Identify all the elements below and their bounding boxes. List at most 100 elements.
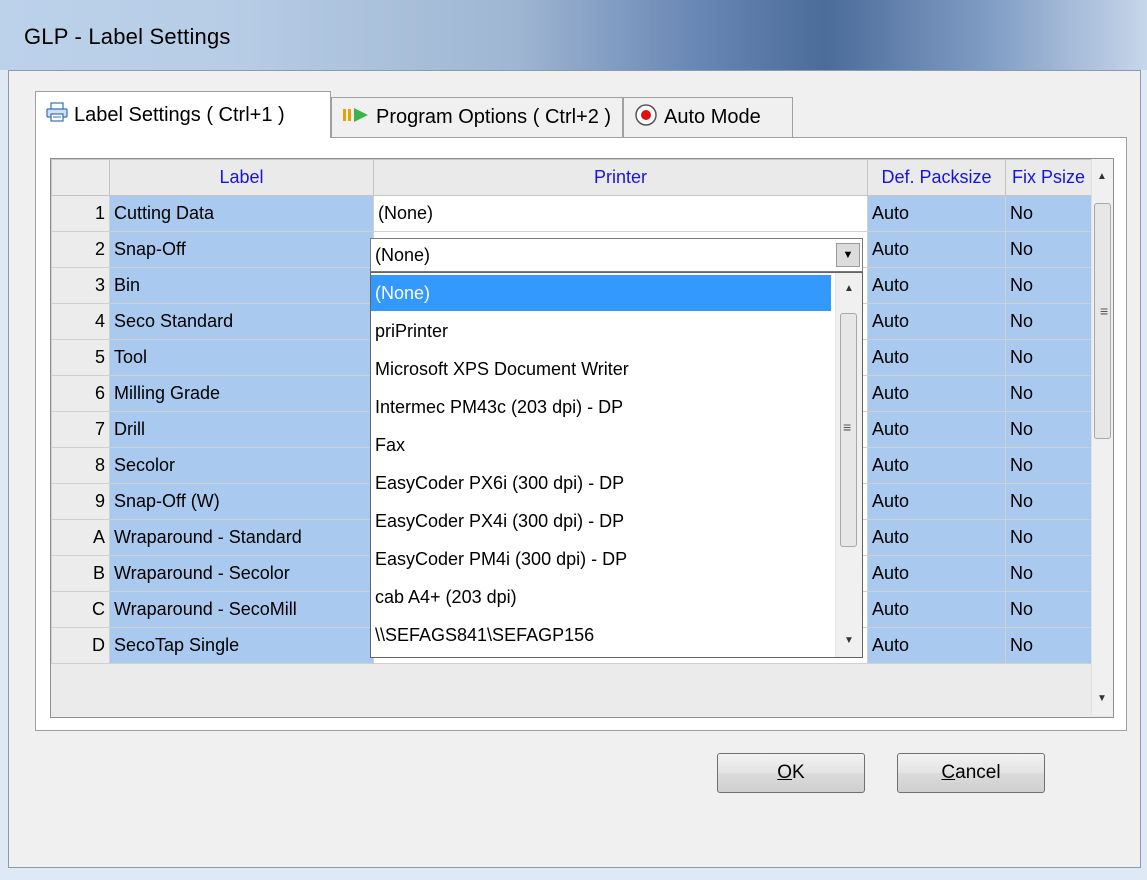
row-number: 4 [51,303,110,340]
dropdown-scrollbar[interactable]: ▲ ≡ ▼ [835,273,862,657]
printer-dropdown-list[interactable]: (None) priPrinter Microsoft XPS Document W… [370,272,863,658]
def-packsize-cell[interactable]: Auto [867,591,1006,628]
column-header-printer[interactable]: Printer [373,159,868,196]
column-header-label[interactable]: Label [109,159,374,196]
fix-psize-cell[interactable]: No [1005,483,1092,520]
row-header-corner [51,159,110,196]
grid-header-row: Label Printer Def. Packsize Fix Psize [51,159,1092,196]
fix-psize-cell[interactable]: No [1005,519,1092,556]
row-number: 1 [51,195,110,232]
row-number: 7 [51,411,110,448]
scroll-down-arrow-icon[interactable]: ▼ [844,635,854,646]
cancel-accelerator: C [941,762,956,783]
play-icon [342,106,370,129]
row-number: 3 [51,267,110,304]
fix-psize-cell[interactable]: No [1005,411,1092,448]
grip-icon: ≡ [843,419,852,435]
row-number: C [51,591,110,628]
fix-psize-cell[interactable]: No [1005,231,1092,268]
label-cell[interactable]: Secolor [109,447,374,484]
fix-psize-cell[interactable]: No [1005,267,1092,304]
label-cell[interactable]: Milling Grade [109,375,374,412]
table-row[interactable]: 1 Cutting Data (None) Auto No [51,195,1092,232]
fix-psize-cell[interactable]: No [1005,339,1092,376]
tab-auto-mode[interactable]: Auto Mode [623,97,793,137]
scroll-down-arrow-icon[interactable]: ▼ [1097,693,1107,704]
row-number: 6 [51,375,110,412]
def-packsize-cell[interactable]: Auto [867,375,1006,412]
row-number: 5 [51,339,110,376]
label-cell[interactable]: Bin [109,267,374,304]
column-header-def-packsize[interactable]: Def. Packsize [867,159,1006,196]
fix-psize-cell[interactable]: No [1005,195,1092,232]
def-packsize-cell[interactable]: Auto [867,519,1006,556]
tab-label: Label Settings ( Ctrl+1 ) [74,103,285,126]
def-packsize-cell[interactable]: Auto [867,411,1006,448]
scroll-thumb[interactable]: ≡ [840,313,857,547]
fix-psize-cell[interactable]: No [1005,447,1092,484]
tab-label: Auto Mode [664,106,761,128]
label-cell[interactable]: Tool [109,339,374,376]
dropdown-option[interactable]: \\SEFAGS841\SEFAGP156 [371,617,831,653]
row-number: 9 [51,483,110,520]
dropdown-option[interactable]: EasyCoder PM4i (300 dpi) - DP [371,541,831,577]
dropdown-option[interactable]: Intermec PM43c (203 dpi) - DP [371,389,831,425]
dropdown-option[interactable]: EasyCoder PX6i (300 dpi) - DP [371,465,831,501]
ok-accelerator: O [777,762,793,783]
def-packsize-cell[interactable]: Auto [867,303,1006,340]
title-bar[interactable]: GLP - Label Settings [0,0,1147,70]
row-number: D [51,627,110,664]
dropdown-option[interactable]: EasyCoder PX4i (300 dpi) - DP [371,503,831,539]
label-cell[interactable]: Cutting Data [109,195,374,232]
label-cell[interactable]: Drill [109,411,374,448]
record-icon [634,103,658,133]
dropdown-option[interactable]: (None) [371,275,831,311]
label-cell[interactable]: Wraparound - SecoMill [109,591,374,628]
fix-psize-cell[interactable]: No [1005,627,1092,664]
scroll-up-arrow-icon[interactable]: ▲ [1097,171,1107,182]
dropdown-option[interactable]: Fax [371,427,831,463]
dropdown-option[interactable]: priPrinter [371,313,831,349]
def-packsize-cell[interactable]: Auto [867,447,1006,484]
dropdown-option[interactable]: cab A4+ (203 dpi) [371,579,831,615]
label-cell[interactable]: Wraparound - Standard [109,519,374,556]
chevron-down-icon[interactable]: ▼ [836,243,860,267]
printer-icon [46,102,68,128]
def-packsize-cell[interactable]: Auto [867,483,1006,520]
fix-psize-cell[interactable]: No [1005,591,1092,628]
row-number: 8 [51,447,110,484]
row-number: A [51,519,110,556]
fix-psize-cell[interactable]: No [1005,375,1092,412]
row-number: 2 [51,231,110,268]
fix-psize-cell[interactable]: No [1005,555,1092,592]
label-cell[interactable]: Seco Standard [109,303,374,340]
column-header-fix-psize[interactable]: Fix Psize [1005,159,1092,196]
dropdown-option[interactable]: Microsoft XPS Document Writer [371,351,831,387]
fix-psize-cell[interactable]: No [1005,303,1092,340]
label-cell[interactable]: Wraparound - Secolor [109,555,374,592]
def-packsize-cell[interactable]: Auto [867,195,1006,232]
printer-combobox[interactable]: (None) ▼ [370,238,863,272]
ok-button[interactable]: OK [717,753,865,793]
scroll-up-arrow-icon[interactable]: ▲ [844,283,854,294]
label-cell[interactable]: Snap-Off [109,231,374,268]
def-packsize-cell[interactable]: Auto [867,231,1006,268]
def-packsize-cell[interactable]: Auto [867,555,1006,592]
tab-label-settings[interactable]: Label Settings ( Ctrl+1 ) [35,91,331,138]
cancel-label-rest: ancel [955,762,1001,783]
tab-label: Program Options ( Ctrl+2 ) [376,106,612,128]
def-packsize-cell[interactable]: Auto [867,267,1006,304]
ok-label-rest: K [792,762,805,783]
grid-vertical-scrollbar[interactable]: ▲ ≡ ▼ [1091,159,1113,715]
label-cell[interactable]: Snap-Off (W) [109,483,374,520]
scroll-thumb[interactable]: ≡ [1094,203,1111,439]
def-packsize-cell[interactable]: Auto [867,339,1006,376]
label-cell[interactable]: SecoTap Single [109,627,374,664]
combobox-value: (None) [375,245,431,265]
row-number: B [51,555,110,592]
window-title: GLP - Label Settings [24,24,231,49]
tab-program-options[interactable]: Program Options ( Ctrl+2 ) [331,97,623,137]
cancel-button[interactable]: Cancel [897,753,1045,793]
printer-cell[interactable]: (None) [373,195,868,232]
def-packsize-cell[interactable]: Auto [867,627,1006,664]
